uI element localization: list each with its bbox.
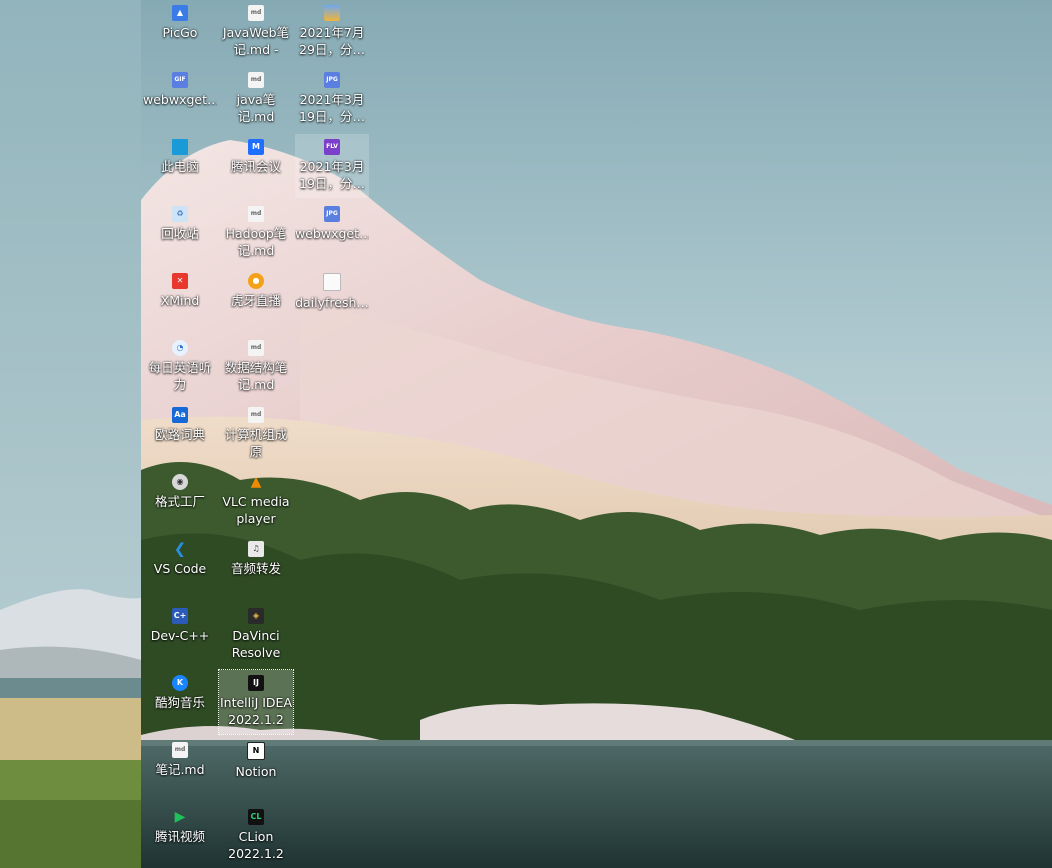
desktop-shortcut-label: 格式工厂 <box>154 494 205 509</box>
desktop-shortcut-vs-code[interactable]: ❮ VS Code <box>143 536 217 600</box>
desktop-shortcut-2021年7月-29日分[interactable]: 2021年7月 29日，分… <box>295 0 369 64</box>
desktop-shortcut-腾讯会议[interactable]: M 腾讯会议 <box>219 134 293 198</box>
desktop-shortcut-酷狗音乐[interactable]: K 酷狗音乐 <box>143 670 217 734</box>
picgo-icon: ▲ <box>172 5 188 21</box>
desktop-shortcut-label: Dev-C++ <box>150 628 210 643</box>
desktop-shortcut-label: 虎牙直播 <box>230 293 281 308</box>
gif-file-icon: GIF <box>172 72 188 88</box>
desktop-shortcut-java笔记md[interactable]: md java笔记.md <box>219 67 293 131</box>
desktop-shortcut-label: 每日英语听力 <box>148 360 212 392</box>
desktop-shortcut-label: 2021年3月 19日，分… <box>299 159 365 191</box>
desktop-shortcut-label: 腾讯会议 <box>230 159 281 174</box>
desktop-shortcut-dailyfresh[interactable]: dailyfresh… <box>295 268 369 332</box>
desktop-shortcut-clion-202212[interactable]: CL CLion 2022.1.2 <box>219 804 293 868</box>
desktop-shortcut-webwxget[interactable]: GIF webwxget… <box>143 67 217 131</box>
devcpp-icon: C+ <box>172 608 188 624</box>
desktop-shortcut-label: DaVinci Resolve <box>231 628 281 660</box>
desktop-icon-grid: ▲ PicGo md JavaWeb笔 记.md - 快… 2021年7月 29日，分…… <box>142 0 370 868</box>
vscode-icon: ❮ <box>173 541 187 557</box>
image-folder-icon <box>324 5 340 21</box>
desktop-shortcut-webwxget[interactable]: JPG webwxget… <box>295 201 369 265</box>
desktop-shortcut-label: 回收站 <box>161 226 199 241</box>
desktop-shortcut-2021年3月-19日分[interactable]: FLV 2021年3月 19日，分… <box>295 134 369 198</box>
desktop-shortcut-label: JavaWeb笔 记.md - 快… <box>222 25 290 57</box>
jpg-file-icon: JPG <box>324 72 340 88</box>
desktop-shortcut-2021年3月-19日分[interactable]: JPG 2021年3月 19日，分… <box>295 67 369 131</box>
desktop-shortcut-腾讯视频[interactable]: ▶ 腾讯视频 <box>143 804 217 868</box>
daily-english-icon: ◔ <box>172 340 188 356</box>
desktop-shortcut-label: Hadoop笔 记.md <box>225 226 287 258</box>
desktop-shortcut-label: webwxget… <box>295 226 369 241</box>
jpg-file-icon: JPG <box>324 206 340 222</box>
markdown-file-icon: md <box>248 206 264 222</box>
desktop-shortcut-intellij-idea-202212[interactable]: IJ IntelliJ IDEA 2022.1.2 <box>218 669 294 735</box>
recycle-bin-icon: ♻ <box>172 206 188 222</box>
tencent-video-icon: ▶ <box>174 809 186 825</box>
desktop-shortcut-label: 音频转发 <box>230 561 281 576</box>
desktop-shortcut-欧路词典[interactable]: Aa 欧路词典 <box>143 402 217 466</box>
desktop-shortcut-label: 酷狗音乐 <box>154 695 205 710</box>
desktop-shortcut-xmind[interactable]: ✕ XMind <box>143 268 217 332</box>
markdown-file-icon: md <box>248 5 264 21</box>
desktop-shortcut-label: 2021年7月 29日，分… <box>299 25 365 57</box>
desktop-shortcut-label: java笔记.md <box>236 92 276 124</box>
desktop-shortcut-label: dailyfresh… <box>295 295 369 310</box>
desktop-shortcut-label: IntelliJ IDEA 2022.1.2 <box>219 695 293 727</box>
desktop-shortcut-label: 计算机组成原 理笔记.md <box>224 427 288 459</box>
desktop-shortcut-计算机组成原-理笔记md[interactable]: md 计算机组成原 理笔记.md <box>219 402 293 466</box>
markdown-file-icon: md <box>248 340 264 356</box>
desktop-shortcut-davinci-resolve[interactable]: ◈ DaVinci Resolve <box>219 603 293 667</box>
desktop-shortcut-数据结构笔-记md[interactable]: md 数据结构笔 记.md <box>219 335 293 399</box>
flv-file-icon: FLV <box>324 139 340 155</box>
audio-forward-icon: ♫ <box>248 541 264 557</box>
markdown-file-icon: md <box>172 742 188 758</box>
desktop-shortcut-notion[interactable]: N Notion <box>219 737 293 801</box>
markdown-file-icon: md <box>248 407 264 423</box>
kugou-music-icon: K <box>172 675 188 691</box>
desktop-shortcut-每日英语听力[interactable]: ◔ 每日英语听力 <box>143 335 217 399</box>
desktop-shortcut-回收站[interactable]: ♻ 回收站 <box>143 201 217 265</box>
format-factory-icon: ◉ <box>172 474 188 490</box>
blank-file-icon <box>323 273 341 291</box>
desktop-shortcut-vlc-media-player[interactable]: ▲ VLC media player <box>219 469 293 533</box>
huya-live-icon: ● <box>248 273 264 289</box>
desktop-shortcut-此电脑[interactable]: 此电脑 <box>143 134 217 198</box>
markdown-file-icon: md <box>248 72 264 88</box>
desktop-shortcut-label: webwxget… <box>143 92 217 107</box>
davinci-resolve-icon: ◈ <box>248 608 264 624</box>
clion-icon: CL <box>248 809 264 825</box>
intellij-idea-icon: IJ <box>248 675 264 691</box>
desktop-shortcut-picgo[interactable]: ▲ PicGo <box>143 0 217 64</box>
vlc-cone-icon: ▲ <box>250 474 262 490</box>
desktop-shortcut-label: 2021年3月 19日，分… <box>299 92 365 124</box>
tencent-meeting-icon: M <box>248 139 264 155</box>
desktop-shortcut-label: PicGo <box>162 25 198 40</box>
notion-icon: N <box>247 742 265 760</box>
desktop-shortcut-虎牙直播[interactable]: ● 虎牙直播 <box>219 268 293 332</box>
this-pc-icon <box>172 139 188 155</box>
desktop-shortcut-label: 欧路词典 <box>154 427 205 442</box>
desktop-shortcut-label: 数据结构笔 记.md <box>224 360 288 392</box>
desktop-shortcut-label: VS Code <box>153 561 207 576</box>
eudic-dictionary-icon: Aa <box>172 407 188 423</box>
desktop-shortcut-label: 此电脑 <box>161 159 199 174</box>
xmind-icon: ✕ <box>172 273 188 289</box>
desktop-shortcut-音频转发[interactable]: ♫ 音频转发 <box>219 536 293 600</box>
desktop-shortcut-label: 笔记.md <box>155 762 205 777</box>
desktop-shortcut-label: XMind <box>160 293 200 308</box>
desktop-shortcut-label: Notion <box>235 764 277 779</box>
desktop-shortcut-笔记md[interactable]: md 笔记.md <box>143 737 217 801</box>
desktop-shortcut-label: CLion 2022.1.2 <box>228 829 284 861</box>
desktop-shortcut-label: VLC media player <box>222 494 290 526</box>
desktop-shortcut-javaweb笔-记md---快[interactable]: md JavaWeb笔 记.md - 快… <box>219 0 293 64</box>
desktop-shortcut-label: 腾讯视频 <box>154 829 205 844</box>
desktop-shortcut-hadoop笔-记md[interactable]: md Hadoop笔 记.md <box>219 201 293 265</box>
desktop-shortcut-格式工厂[interactable]: ◉ 格式工厂 <box>143 469 217 533</box>
desktop-shortcut-dev-c[interactable]: C+ Dev-C++ <box>143 603 217 667</box>
